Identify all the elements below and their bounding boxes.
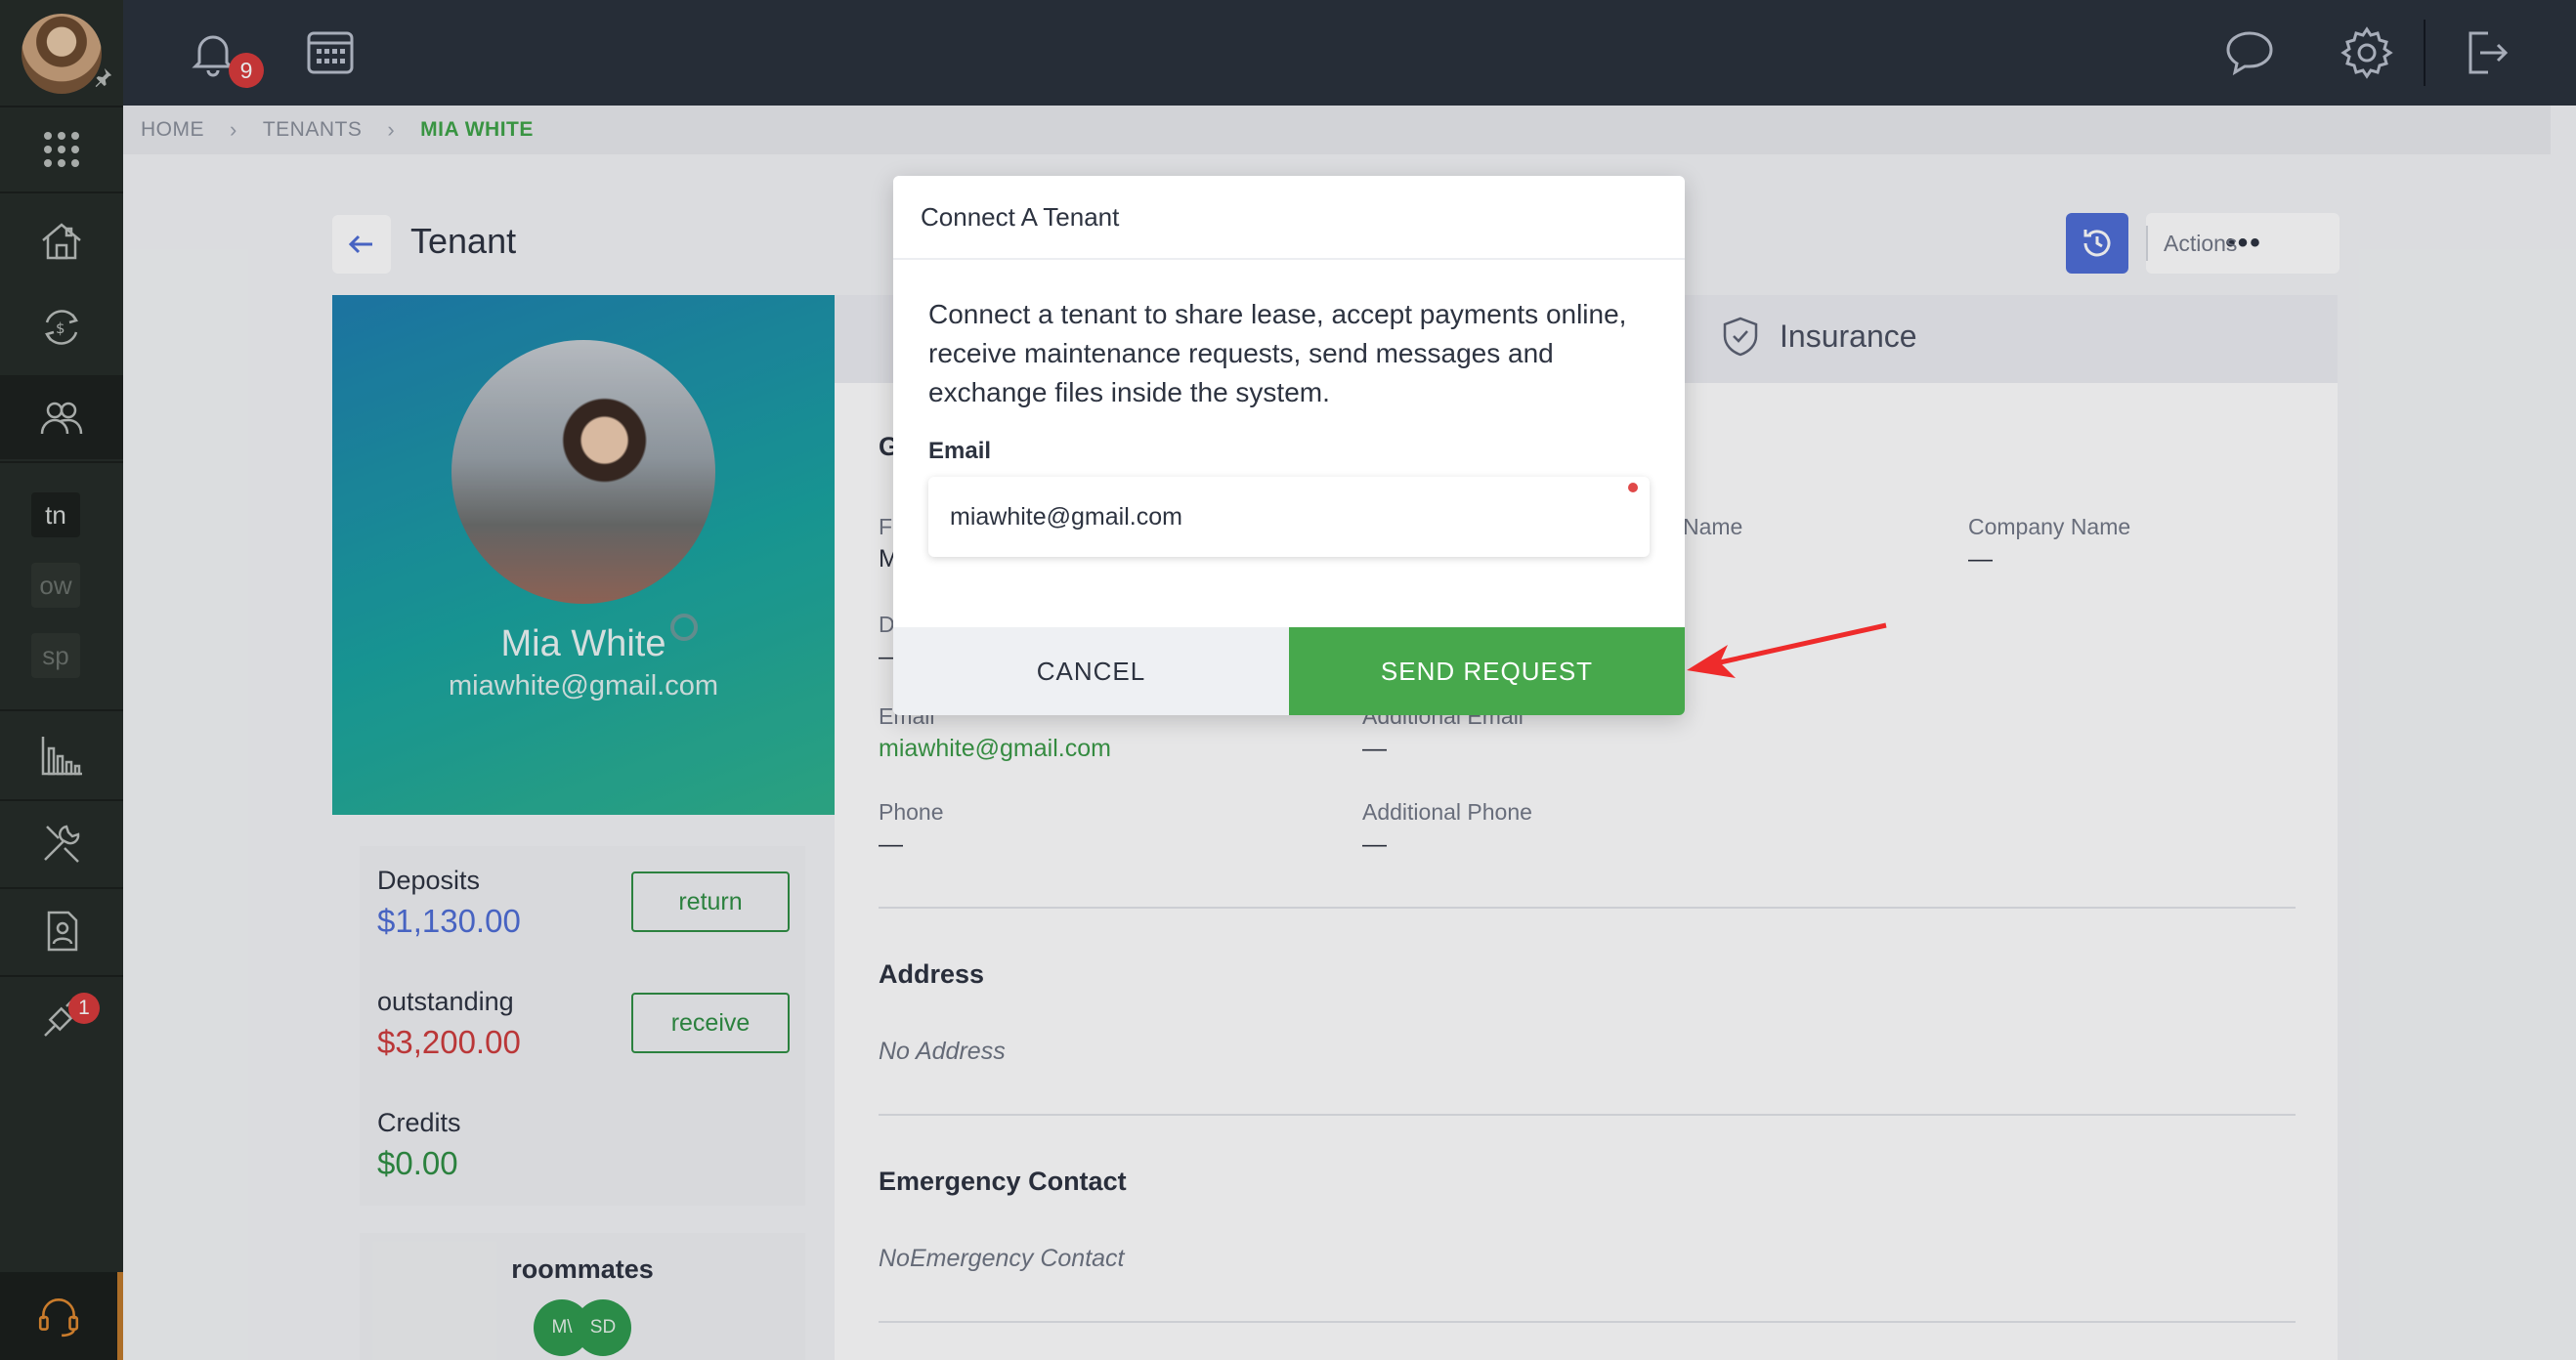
- modal-description: Connect a tenant to share lease, accept …: [928, 299, 1627, 407]
- cancel-button[interactable]: CANCEL: [893, 627, 1289, 715]
- required-indicator: [1628, 483, 1638, 492]
- email-field-label: Email: [928, 438, 992, 464]
- send-request-button[interactable]: SEND REQUEST: [1289, 627, 1685, 715]
- modal-title: Connect A Tenant: [893, 176, 1685, 260]
- annotation-arrow-icon: [1687, 622, 1887, 678]
- connect-tenant-modal: Connect A Tenant Connect a tenant to sha…: [893, 176, 1685, 715]
- email-field[interactable]: [928, 477, 1650, 557]
